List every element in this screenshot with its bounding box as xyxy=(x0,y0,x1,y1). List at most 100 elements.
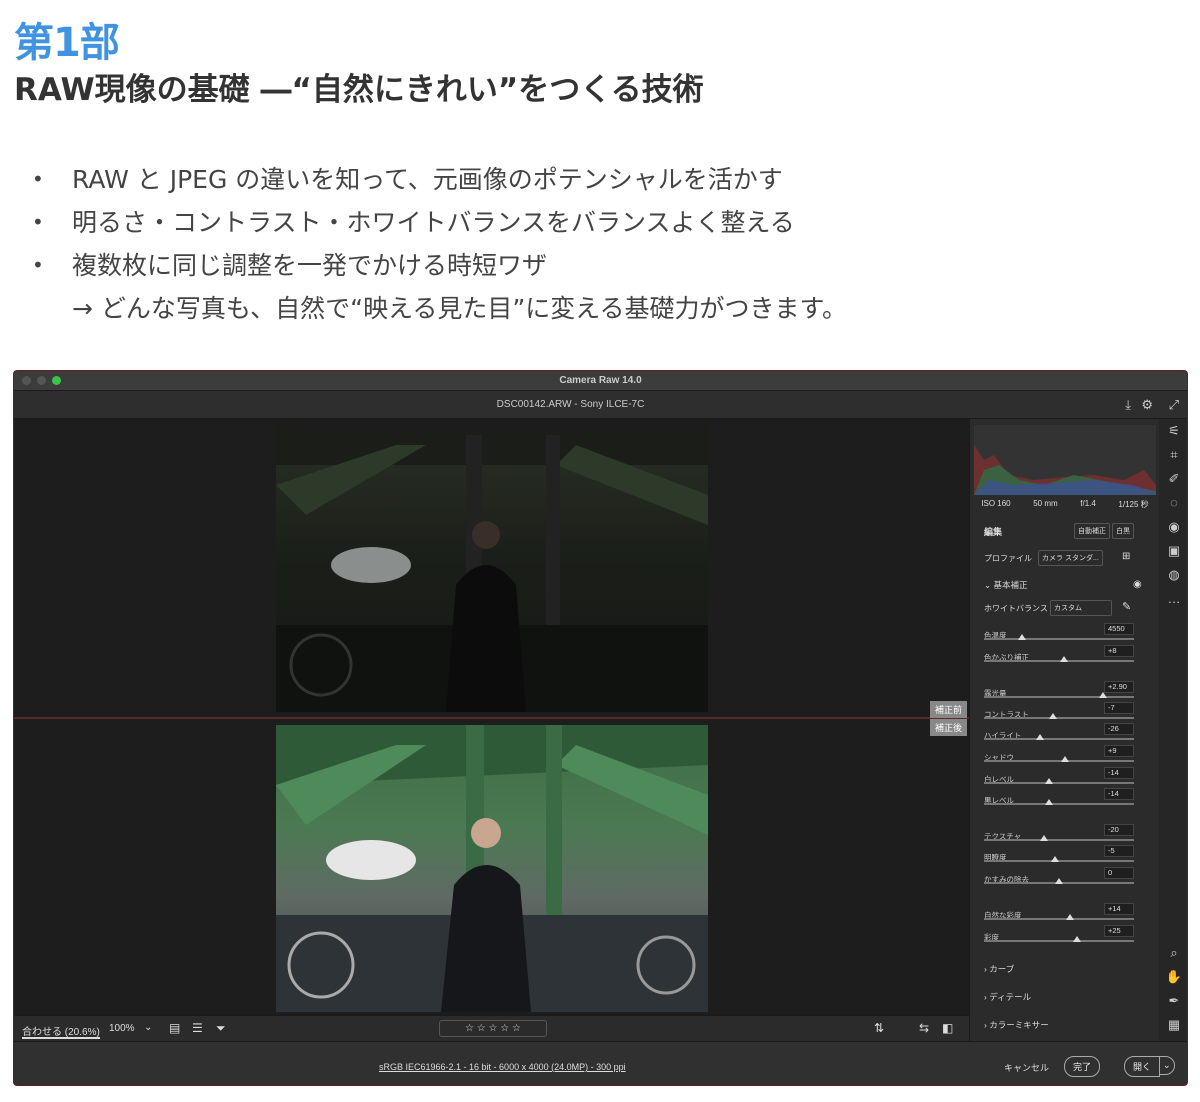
slider-knob[interactable] xyxy=(1049,713,1057,719)
slider-track[interactable] xyxy=(984,918,1134,920)
before-tag: 補正前 xyxy=(929,701,967,718)
slider-knob[interactable] xyxy=(1044,778,1053,784)
profile-browser-icon[interactable]: ⊞ xyxy=(1122,551,1130,562)
slider-knob[interactable] xyxy=(1035,734,1044,740)
zoom-level-select[interactable]: 100% xyxy=(109,1023,135,1034)
slider-knob[interactable] xyxy=(1098,692,1107,698)
bullet-note: → どんな写真も、自然で“映える見た目”に変える基礎力がつきます。 xyxy=(72,294,848,323)
edit-sliders-icon[interactable]: ⚟ xyxy=(1159,419,1187,443)
slider-track[interactable] xyxy=(984,860,1134,862)
bullet-list: • RAW と JPEG の違いを知って、元画像のポテンシャルを活かす • 明るさ・… xyxy=(32,158,847,330)
file-info: DSC00142.ARW - Sony ILCE-7C xyxy=(496,399,645,410)
slider-knob[interactable] xyxy=(1017,634,1026,640)
slider-knob[interactable] xyxy=(1073,936,1081,942)
gear-icon[interactable]: ⚙ xyxy=(1141,397,1153,413)
profile-select[interactable]: カメラ スタンダ... xyxy=(1038,550,1103,566)
open-options-button[interactable]: ⌄ xyxy=(1159,1056,1175,1075)
rating-stars[interactable]: ☆ ☆ ☆ ☆ ☆ xyxy=(439,1020,547,1037)
cancel-button[interactable]: キャンセル xyxy=(1004,1061,1049,1074)
slider-track[interactable] xyxy=(984,717,1134,719)
slider-value[interactable]: +8 xyxy=(1104,645,1134,657)
healing-icon[interactable]: ✐ xyxy=(1159,467,1187,491)
slider-value[interactable]: +9 xyxy=(1104,745,1134,757)
compare-divider[interactable] xyxy=(14,717,969,719)
slider-knob[interactable] xyxy=(1059,656,1068,662)
slider-track[interactable] xyxy=(984,638,1134,640)
slider-2[interactable]: 露光量 +2.90 xyxy=(984,681,1134,701)
profile-label: プロファイル xyxy=(984,554,1032,563)
slider-track[interactable] xyxy=(984,738,1134,740)
slider-1[interactable]: 色かぶり補正 +8 xyxy=(984,645,1134,665)
slider-track[interactable] xyxy=(984,839,1134,841)
hand-icon[interactable]: ✋ xyxy=(1159,965,1187,989)
sort-icon[interactable]: ☰ xyxy=(192,1021,203,1035)
slider-12[interactable]: 彩度 +25 xyxy=(984,925,1134,945)
filmstrip-icon[interactable]: ▤ xyxy=(169,1021,180,1035)
slider-3[interactable]: コントラスト -7 xyxy=(984,702,1134,722)
slider-value[interactable]: +14 xyxy=(1104,903,1134,915)
zoom-icon[interactable]: ⌕ xyxy=(1159,941,1187,965)
slider-knob[interactable] xyxy=(1050,856,1059,862)
slider-value[interactable]: -26 xyxy=(1104,723,1134,735)
open-button[interactable]: 開く xyxy=(1124,1056,1161,1077)
done-button[interactable]: 完了 xyxy=(1064,1056,1101,1077)
bw-button[interactable]: 白黒 xyxy=(1112,523,1134,539)
slider-knob[interactable] xyxy=(1044,799,1053,805)
slider-value[interactable]: -14 xyxy=(1104,788,1134,800)
slider-track[interactable] xyxy=(984,782,1134,784)
slider-value[interactable]: -20 xyxy=(1104,824,1134,836)
crop-icon[interactable]: ⌗ xyxy=(1159,443,1187,467)
color-sampler-icon[interactable]: ✒ xyxy=(1159,989,1187,1013)
more-icon[interactable]: … xyxy=(1159,587,1187,611)
fullscreen-icon[interactable]: ⤢ xyxy=(1169,397,1179,413)
after-photo xyxy=(276,725,708,1012)
image-canvas[interactable]: 補正前 補正後 xyxy=(14,419,969,1015)
snapshots-icon[interactable]: ◍ xyxy=(1159,563,1187,587)
slider-5[interactable]: シャドウ +9 xyxy=(984,745,1134,765)
slider-knob[interactable] xyxy=(1055,878,1063,884)
zoom-fit-button[interactable]: 合わせる (20.6%) xyxy=(22,1023,100,1038)
slider-knob[interactable] xyxy=(1040,835,1048,841)
slider-4[interactable]: ハイライト -26 xyxy=(984,723,1134,743)
save-icon[interactable]: ⤓ xyxy=(1125,397,1131,413)
slider-value[interactable]: -7 xyxy=(1104,702,1134,714)
presets-icon[interactable]: ▣ xyxy=(1159,539,1187,563)
curve-section-header[interactable]: › カーブ xyxy=(984,963,1014,975)
compare-view-icon[interactable]: ◧ xyxy=(942,1021,953,1035)
slider-value[interactable]: 4550 xyxy=(1104,623,1134,635)
slider-value[interactable]: -14 xyxy=(1104,767,1134,779)
redeye-icon[interactable]: ◉ xyxy=(1159,515,1187,539)
slider-track[interactable] xyxy=(984,696,1134,698)
swap-icon[interactable]: ⇆ xyxy=(919,1021,929,1035)
mask-icon[interactable]: ◌ xyxy=(1159,491,1187,515)
slider-8[interactable]: テクスチャ -20 xyxy=(984,824,1134,844)
filter-icon[interactable]: ⏷ xyxy=(216,1021,226,1036)
basic-section-header[interactable]: ⌄ 基本補正 xyxy=(984,579,1028,591)
slider-10[interactable]: かすみの除去 0 xyxy=(984,867,1134,887)
detail-section-header[interactable]: › ディテール xyxy=(984,991,1031,1003)
slider-7[interactable]: 黒レベル -14 xyxy=(984,788,1134,808)
wb-select[interactable]: カスタム xyxy=(1050,600,1112,616)
eye-icon[interactable]: ◉ xyxy=(1133,579,1142,590)
slider-9[interactable]: 明瞭度 -5 xyxy=(984,845,1134,865)
slider-value[interactable]: +25 xyxy=(1104,925,1134,937)
slider-11[interactable]: 自然な彩度 +14 xyxy=(984,903,1134,923)
auto-button[interactable]: 自動補正 xyxy=(1074,523,1110,539)
slide: 第1部 RAW現像の基礎 ―“自然にきれい”をつくる技術 • RAW と JPEG… xyxy=(0,0,1200,1102)
before-after-icon[interactable]: ⇅ xyxy=(874,1021,884,1035)
slider-knob[interactable] xyxy=(1061,756,1069,762)
slider-track[interactable] xyxy=(984,760,1134,762)
chevron-down-icon[interactable]: ⌄ xyxy=(144,1022,152,1033)
slider-track[interactable] xyxy=(984,940,1134,942)
slider-6[interactable]: 白レベル -14 xyxy=(984,767,1134,787)
slider-knob[interactable] xyxy=(1065,914,1074,920)
eyedropper-icon[interactable]: ✎ xyxy=(1122,600,1131,613)
grid-icon[interactable]: ▦ xyxy=(1159,1013,1187,1037)
workflow-options-link[interactable]: sRGB IEC61966-2.1 - 16 bit - 6000 x 4000… xyxy=(379,1062,626,1072)
slider-value[interactable]: +2.90 xyxy=(1104,681,1134,693)
slider-0[interactable]: 色温度 4550 xyxy=(984,623,1134,643)
mixer-section-header[interactable]: › カラーミキサー xyxy=(984,1019,1049,1031)
slider-track[interactable] xyxy=(984,803,1134,805)
slider-value[interactable]: 0 xyxy=(1104,867,1134,879)
slider-value[interactable]: -5 xyxy=(1104,845,1134,857)
